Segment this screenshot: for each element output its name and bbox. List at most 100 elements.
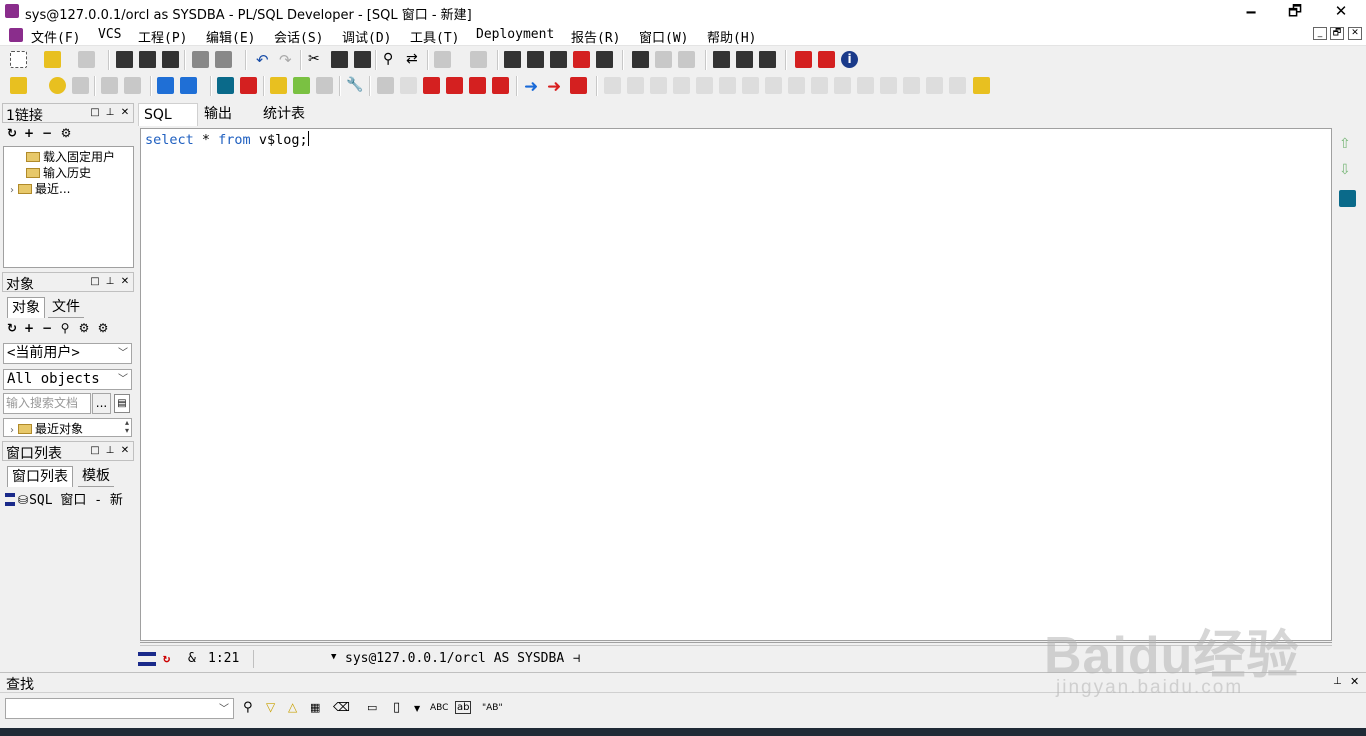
cut-icon[interactable]: ✂ <box>308 51 325 68</box>
step-out-icon[interactable] <box>650 77 667 94</box>
arrow-up-icon[interactable]: ⇧ <box>1339 136 1351 152</box>
print-icon[interactable] <box>192 51 209 68</box>
new-sql-icon[interactable] <box>180 77 197 94</box>
explain-icon[interactable] <box>632 51 649 68</box>
sql-text[interactable]: select * from v$log; <box>145 131 309 148</box>
menu-edit[interactable]: 编辑(E) <box>206 27 255 46</box>
format-icon[interactable] <box>504 51 521 68</box>
find-icon[interactable]: ⚲ <box>243 700 253 715</box>
forward-icon[interactable] <box>470 51 487 68</box>
tab-files[interactable]: 文件 <box>48 297 84 318</box>
panel-close-icon[interactable]: ✕ <box>1350 675 1359 688</box>
logon-key-icon[interactable] <box>10 77 27 94</box>
tab-statistics[interactable]: 统计表 <box>258 103 310 126</box>
highlight-icon[interactable]: ▦ <box>310 701 320 714</box>
back-icon[interactable] <box>434 51 451 68</box>
tree-item-recent[interactable]: › 最近... <box>10 180 70 197</box>
panel-float-icon[interactable]: □ <box>89 107 101 119</box>
menu-debug[interactable]: 调试(D) <box>342 27 391 46</box>
tab-objects[interactable]: 对象 <box>7 297 45 318</box>
whole-word-option[interactable]: ab <box>455 701 472 714</box>
undo-icon[interactable]: ↶ <box>256 51 273 69</box>
watch-add-icon[interactable] <box>788 77 805 94</box>
indent-icon[interactable] <box>527 51 544 68</box>
refresh-icon[interactable]: ↻ <box>6 322 18 334</box>
redo-icon[interactable]: ↷ <box>279 51 296 69</box>
find-icon[interactable]: ⚲ <box>59 322 71 334</box>
trace-icon[interactable] <box>926 77 943 94</box>
menu-tools[interactable]: 工具(T) <box>410 27 459 46</box>
wrench-icon[interactable]: 🔧 <box>346 77 363 94</box>
mdi-restore-button[interactable]: 🗗 <box>1330 27 1344 40</box>
menu-session[interactable]: 会话(S) <box>274 27 323 46</box>
print-preview-icon[interactable] <box>78 51 95 68</box>
copy-icon[interactable] <box>331 51 348 68</box>
search-options-icon[interactable]: ▤ <box>114 394 130 413</box>
variables-icon[interactable] <box>834 77 851 94</box>
owner-select[interactable]: <当前用户> ﹀ <box>3 343 132 364</box>
pin-icon[interactable]: ⊣ <box>573 651 580 665</box>
remove-icon[interactable]: − <box>41 322 53 334</box>
sql-editor[interactable]: select * from v$log; <box>140 128 1332 641</box>
panel-pin-icon[interactable]: ⊥ <box>104 445 116 457</box>
arrow-down-icon[interactable]: ⇩ <box>1339 162 1351 178</box>
report-icon[interactable] <box>316 77 333 94</box>
panel-close-icon[interactable]: ✕ <box>119 445 131 457</box>
db-connect-icon[interactable] <box>217 77 234 94</box>
find-previous-icon[interactable]: △ <box>288 700 297 714</box>
refresh-icon[interactable]: ↻ <box>6 127 18 139</box>
quoted-option[interactable]: "AB" <box>482 703 503 713</box>
tab-output[interactable]: 输出 <box>199 103 237 126</box>
tree-item-fixed-users[interactable]: 载入固定用户 <box>26 148 115 165</box>
object-search-input[interactable]: 输入搜索文档 <box>3 393 91 414</box>
document-dropdown-icon[interactable]: ▼ <box>414 704 420 713</box>
tile-horizontal-icon[interactable] <box>736 51 753 68</box>
uncomment-icon[interactable] <box>596 51 613 68</box>
sql-window-icon[interactable] <box>157 77 174 94</box>
test-icon[interactable] <box>293 77 310 94</box>
connection-status[interactable]: sys@127.0.0.1/orcl AS SYSDBA <box>345 651 564 666</box>
break-icon[interactable] <box>72 77 89 94</box>
arrow-right-red-icon[interactable]: ➜ <box>547 77 564 97</box>
db-disconnect-icon[interactable] <box>240 77 257 94</box>
info-icon[interactable]: i <box>841 51 858 68</box>
maximize-button[interactable]: 🗗 <box>1272 0 1318 24</box>
breakpoint-icon[interactable] <box>423 77 440 94</box>
describe-icon[interactable] <box>655 51 672 68</box>
expand-icon[interactable]: › <box>10 425 14 436</box>
print-setup-icon[interactable] <box>215 51 232 68</box>
connection-dropdown-icon[interactable]: ▼ <box>331 652 336 662</box>
rollback-icon[interactable] <box>124 77 141 94</box>
mdi-minimize-button[interactable]: _ <box>1313 27 1327 40</box>
database-icon[interactable] <box>1339 190 1356 207</box>
tree-item-history[interactable]: 输入历史 <box>26 164 91 181</box>
match-case-option[interactable]: ABC <box>430 703 448 713</box>
debug-start-icon[interactable] <box>377 77 394 94</box>
filter-edit-icon[interactable]: ⚙ <box>97 322 109 334</box>
mdi-close-button[interactable]: ✕ <box>1348 27 1362 40</box>
add-icon[interactable]: + <box>23 322 35 334</box>
window-list-item[interactable]: ⛁SQL 窗口 - 新 <box>3 489 134 511</box>
tile-vertical-icon[interactable] <box>759 51 776 68</box>
breakpoint-cond-icon[interactable] <box>469 77 486 94</box>
arrow-right-blue-icon[interactable]: ➜ <box>524 77 541 97</box>
panel-float-icon[interactable]: □ <box>89 276 101 288</box>
step-into-icon[interactable] <box>604 77 621 94</box>
expand-icon[interactable]: › <box>10 185 14 196</box>
menu-vcs[interactable]: VCS <box>98 27 121 42</box>
minimize-button[interactable]: 🗕 <box>1228 0 1274 24</box>
chevron-down-icon[interactable]: ﹀ <box>219 700 229 715</box>
evaluate-icon[interactable] <box>903 77 920 94</box>
step-back-icon[interactable] <box>742 77 759 94</box>
refresh-status-icon[interactable]: ↻ <box>163 651 170 665</box>
menu-file[interactable]: 文件(F) <box>31 27 80 46</box>
template-icon[interactable] <box>270 77 287 94</box>
panel-pin-icon[interactable]: ⊥ <box>104 107 116 119</box>
tab-templates[interactable]: 模板 <box>78 466 114 487</box>
menu-reports[interactable]: 报告(R) <box>571 27 620 46</box>
oracle-icon[interactable] <box>795 51 812 68</box>
call-stack-icon[interactable] <box>857 77 874 94</box>
unindent-icon[interactable] <box>550 51 567 68</box>
new-icon[interactable] <box>10 51 27 68</box>
remove-icon[interactable]: − <box>41 127 53 139</box>
